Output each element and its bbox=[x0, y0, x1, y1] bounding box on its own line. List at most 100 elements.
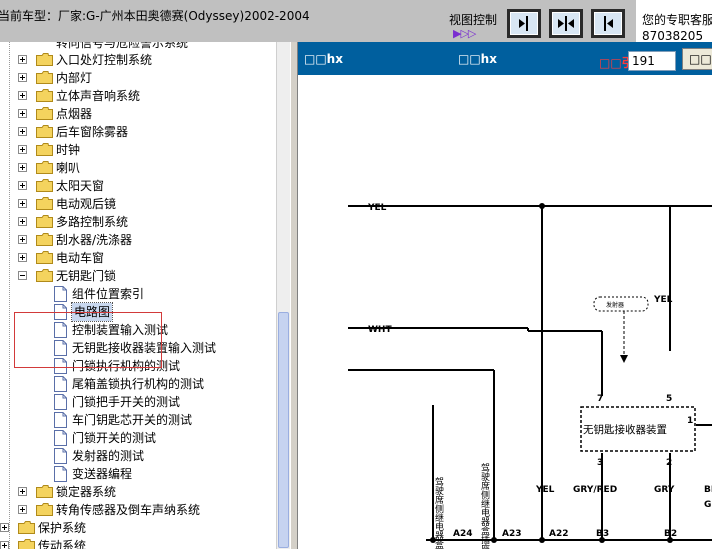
tree-folder-item[interactable]: 后车窗除雾器 bbox=[0, 123, 276, 141]
customer-service-label: 您的专职客服 bbox=[642, 13, 712, 27]
vertical-label-1: 驾驶席侧继电器盒插座 bbox=[433, 477, 444, 549]
expand-icon[interactable] bbox=[18, 487, 27, 496]
tree-document-item[interactable]: 门锁把手开关的测试 bbox=[0, 393, 276, 411]
document-icon bbox=[54, 286, 67, 302]
tree-item-label: 门锁把手开关的测试 bbox=[72, 395, 181, 409]
document-icon bbox=[54, 448, 67, 464]
expand-icon[interactable] bbox=[18, 181, 27, 190]
folder-icon bbox=[36, 71, 53, 84]
tree-document-item[interactable]: 车门钥匙芯开关的测试 bbox=[0, 411, 276, 429]
tree-folder-item[interactable]: 转角传感器及倒车声纳系统 bbox=[0, 501, 276, 519]
document-icon bbox=[54, 412, 67, 428]
tree-folder-item[interactable]: 刮水器/洗涤器 bbox=[0, 231, 276, 249]
tree-folder-item[interactable]: 立体声音响系统 bbox=[0, 87, 276, 105]
tree-folder-item[interactable]: 内部灯 bbox=[0, 69, 276, 87]
tree-folder-item[interactable]: 无钥匙门锁 bbox=[0, 267, 276, 285]
view-control-indicator: ▶▷▷ bbox=[453, 27, 476, 40]
connector-a23: A23 bbox=[502, 529, 522, 539]
tree-item-label: 发射器的测试 bbox=[72, 449, 145, 463]
tree-item-label: 多路控制系统 bbox=[56, 215, 129, 229]
expand-icon[interactable] bbox=[18, 163, 27, 172]
expand-icon[interactable] bbox=[18, 199, 27, 208]
wire-label-wht: WHT bbox=[368, 325, 392, 335]
tree-document-item[interactable]: 组件位置索引 bbox=[0, 285, 276, 303]
expand-icon[interactable] bbox=[18, 55, 27, 64]
tree-folder-item[interactable]: 电动观后镜 bbox=[0, 195, 276, 213]
folder-icon bbox=[36, 53, 53, 66]
label-gry-red: GRY/RED bbox=[573, 485, 617, 495]
transmitter-label: 发射器 bbox=[606, 301, 624, 309]
pin-5: 5 bbox=[666, 394, 672, 404]
tree-document-item[interactable]: 门锁开关的测试 bbox=[0, 429, 276, 447]
connector-b2: B2 bbox=[664, 529, 677, 539]
pin-1: 1 bbox=[687, 416, 693, 426]
expand-icon[interactable] bbox=[18, 145, 27, 154]
tree-item-label: 无钥匙门锁 bbox=[56, 269, 117, 283]
wire-label-yel: YEL bbox=[367, 203, 387, 213]
tree-item-label: 组件位置索引 bbox=[72, 287, 145, 301]
tree-item-label: 变送器编程 bbox=[72, 467, 133, 481]
tree-folder-item[interactable]: 喇叭 bbox=[0, 159, 276, 177]
split-view-button[interactable] bbox=[549, 9, 583, 38]
receiver-unit-label: 无钥匙接收器装置 bbox=[583, 423, 667, 436]
tree-item-label: 后车窗除雾器 bbox=[56, 125, 129, 139]
document-icon bbox=[54, 430, 67, 446]
car-model-title: 当前车型：厂家:G-广州本田奥德赛(Odyssey)2002-2004 bbox=[0, 9, 310, 23]
expand-icon[interactable] bbox=[18, 91, 27, 100]
tree-folder-item[interactable]: 时钟 bbox=[0, 141, 276, 159]
document-icon bbox=[54, 394, 67, 410]
tree-folder-item[interactable]: 入口处灯控制系统 bbox=[0, 51, 276, 69]
tree-item-label: 转角传感器及倒车声纳系统 bbox=[56, 503, 201, 517]
connector-a24: A24 bbox=[453, 529, 473, 539]
folder-icon bbox=[36, 269, 53, 282]
tree-folder-item[interactable]: 点烟器 bbox=[0, 105, 276, 123]
pin-7: 7 bbox=[597, 394, 603, 404]
tree-folder-item[interactable]: 多路控制系统 bbox=[0, 213, 276, 231]
folder-icon bbox=[36, 107, 53, 120]
folder-icon bbox=[36, 179, 53, 192]
expand-icon[interactable] bbox=[18, 253, 27, 262]
tree-item-label: 点烟器 bbox=[56, 107, 93, 121]
go-button[interactable]: □□ bbox=[682, 48, 712, 70]
tree-document-item[interactable]: 尾箱盖锁执行机构的测试 bbox=[0, 375, 276, 393]
expand-icon[interactable] bbox=[18, 505, 27, 514]
connector-b3: B3 bbox=[596, 529, 609, 539]
expand-icon[interactable] bbox=[18, 235, 27, 244]
expand-icon[interactable] bbox=[0, 523, 9, 532]
tree-item-label: 时钟 bbox=[56, 143, 81, 157]
tree-document-item[interactable]: 发射器的测试 bbox=[0, 447, 276, 465]
connector-a22: A22 bbox=[549, 529, 569, 539]
document-viewer: □□hx □□hx □□引 □□ bbox=[298, 42, 712, 549]
tree-item-label: 门锁开关的测试 bbox=[72, 431, 157, 445]
expand-icon[interactable] bbox=[18, 217, 27, 226]
tree-folder-item[interactable]: 电动车窗 bbox=[0, 249, 276, 267]
folder-icon bbox=[18, 539, 35, 549]
tree-root-folder[interactable]: 保护系统 bbox=[0, 519, 276, 537]
tree-folder-item[interactable]: 太阳天窗 bbox=[0, 177, 276, 195]
collapse-icon[interactable] bbox=[18, 271, 27, 280]
tree-scrollbar-thumb[interactable] bbox=[278, 312, 289, 548]
folder-icon bbox=[36, 143, 53, 156]
expand-icon[interactable] bbox=[18, 127, 27, 136]
index-input[interactable] bbox=[628, 51, 676, 71]
viewer-header-mid: □□hx bbox=[458, 52, 497, 66]
expand-icon[interactable] bbox=[18, 109, 27, 118]
label-bl: BL bbox=[704, 485, 712, 495]
folder-icon bbox=[36, 197, 53, 210]
tree-document-item[interactable]: 变送器编程 bbox=[0, 465, 276, 483]
viewer-header-left: □□hx bbox=[304, 52, 343, 66]
collapse-left-button[interactable] bbox=[507, 9, 541, 38]
wire-label-yel-right: YEL bbox=[653, 295, 673, 305]
expand-icon[interactable] bbox=[0, 541, 9, 549]
view-control-label: 视图控制 bbox=[449, 13, 498, 27]
expand-right-button[interactable] bbox=[591, 9, 625, 38]
tree-root-folder[interactable]: 传动系统 bbox=[0, 537, 276, 549]
pin-2: 2 bbox=[666, 458, 672, 468]
pane-splitter[interactable] bbox=[290, 42, 298, 549]
expand-icon[interactable] bbox=[18, 73, 27, 82]
tree-item-label: 电动观后镜 bbox=[56, 197, 117, 211]
tree-item-label: 内部灯 bbox=[56, 71, 93, 85]
label-g5: G5 bbox=[704, 500, 712, 510]
tree-scrollbar[interactable] bbox=[276, 42, 290, 549]
tree-folder-item[interactable]: 锁定器系统 bbox=[0, 483, 276, 501]
